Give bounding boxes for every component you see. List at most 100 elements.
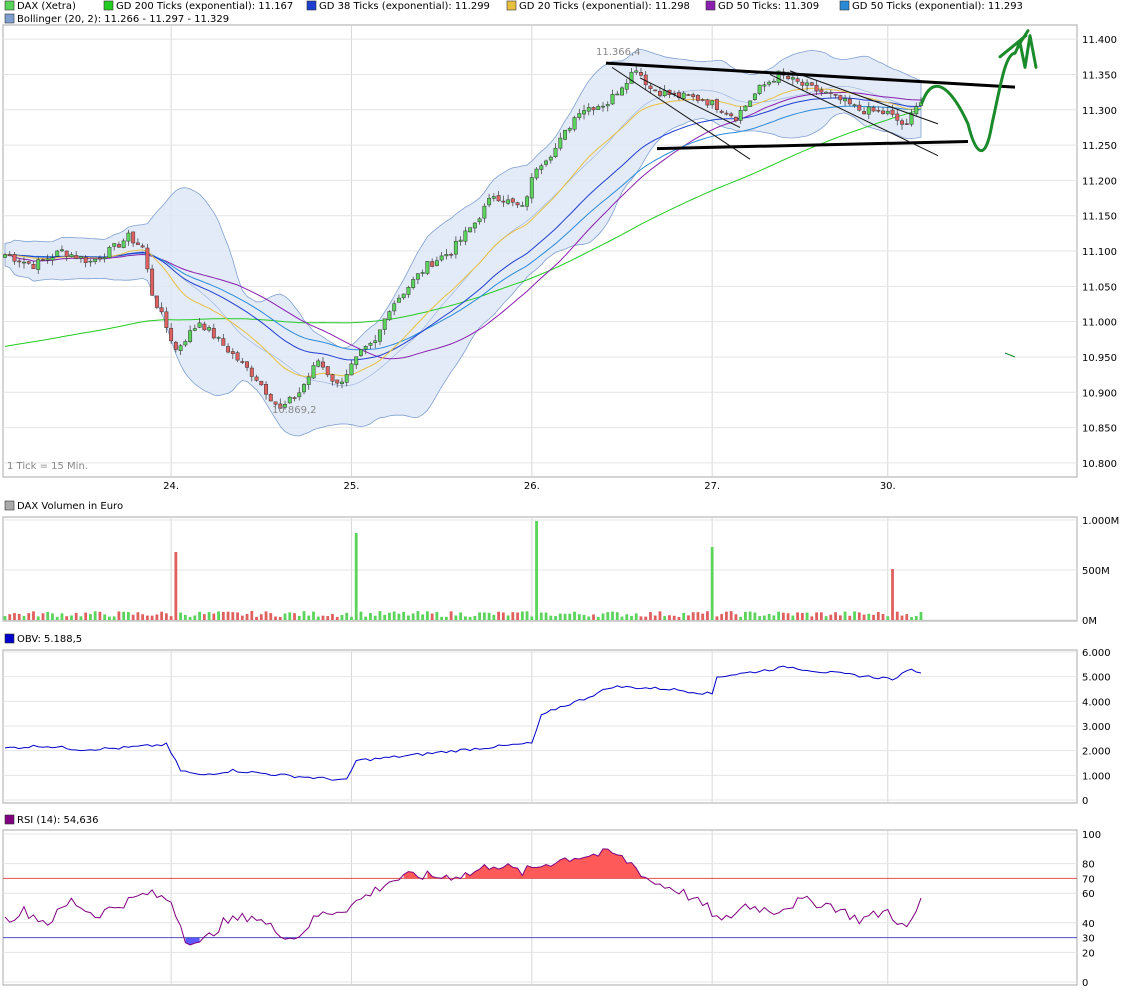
bollinger-band-area: [4, 48, 922, 437]
candle-body: [838, 95, 843, 101]
volume-bar: [663, 616, 667, 620]
candle-body: [843, 98, 848, 102]
volume-bar: [805, 612, 809, 620]
volume-bar: [55, 616, 59, 620]
candle-body: [363, 346, 368, 350]
candle-body: [615, 93, 620, 96]
volume-bar: [872, 614, 875, 620]
volume-bar: [672, 615, 676, 620]
volume-bar: [193, 615, 197, 620]
volume-bar: [886, 616, 890, 620]
candle-body: [786, 76, 791, 79]
candle-body: [64, 250, 69, 257]
candle-body: [890, 109, 895, 115]
volume-bar: [800, 613, 804, 620]
volume-bar: [914, 615, 918, 620]
volume-bar: [853, 611, 856, 620]
candle-body: [83, 257, 88, 263]
volume-bar: [867, 613, 871, 620]
obv-tick-label: 2.000: [1082, 747, 1111, 758]
candle-body: [216, 336, 221, 339]
volume-bar: [696, 612, 700, 620]
volume-bar: [767, 613, 771, 620]
volume-bar: [378, 611, 382, 620]
volume-bar: [36, 616, 40, 620]
volume-bar: [340, 614, 344, 620]
candle-body: [790, 77, 795, 80]
volume-bar: [554, 616, 557, 620]
candle-body: [93, 258, 98, 262]
candle-body: [487, 197, 492, 206]
volume-bar: [150, 615, 154, 620]
candle-body: [501, 200, 506, 203]
candle-body: [458, 239, 463, 242]
candle-body: [529, 177, 534, 199]
volume-bar: [611, 611, 614, 620]
candle-body: [69, 254, 74, 257]
volume-bar: [183, 614, 187, 620]
candle-body: [477, 218, 482, 223]
volume-bar: [563, 613, 567, 620]
volume-bar: [359, 611, 363, 620]
volume-bar: [630, 616, 633, 620]
candle-body: [202, 323, 207, 331]
volume-bar: [435, 611, 439, 620]
candle-body: [41, 259, 45, 261]
candle-body: [396, 297, 401, 303]
volume-bar: [27, 613, 31, 620]
volume-bar: [487, 612, 491, 620]
volume-bar: [440, 616, 444, 620]
candle-body: [824, 91, 829, 94]
volume-bar: [70, 615, 73, 620]
volume-bar: [269, 613, 273, 620]
candle-body: [577, 113, 582, 118]
candle-body: [221, 338, 226, 346]
candle-body: [226, 346, 231, 353]
volume-bar: [245, 613, 249, 620]
candle-body: [7, 254, 12, 257]
candle-body: [582, 110, 586, 115]
candle-body: [292, 397, 297, 399]
candle-body: [762, 84, 767, 87]
legend-swatch-gd50: [705, 0, 716, 11]
volume-bar: [530, 616, 534, 620]
volume-bar: [240, 615, 244, 620]
legend-swatch-gd38: [306, 0, 317, 11]
volume-bar: [373, 615, 377, 620]
volume-bar: [297, 615, 301, 620]
candle-body: [392, 303, 397, 312]
volume-bar: [639, 616, 643, 620]
price-tick-label: 11.100: [1082, 247, 1117, 258]
candle-body: [548, 156, 553, 161]
volume-bar: [8, 614, 12, 620]
volume-bar: [506, 615, 510, 620]
candle-body: [748, 100, 753, 107]
volume-panel-frame: [2, 516, 1078, 622]
volume-bar: [734, 614, 738, 620]
candle-body: [335, 379, 340, 384]
candle-body: [112, 243, 117, 247]
candle-body: [914, 106, 919, 115]
obv-tick-label: 5.000: [1082, 673, 1111, 684]
legend-swatch-gd200: [103, 0, 114, 11]
candle-body: [686, 94, 691, 96]
candle-body: [771, 80, 776, 83]
volume-bar: [188, 616, 192, 620]
rsi-tick-label: 100: [1082, 830, 1101, 841]
rsi-tick-label: 70: [1082, 874, 1095, 885]
candle-body: [297, 392, 302, 398]
volume-bar: [264, 611, 268, 620]
volume-bar: [682, 612, 686, 620]
price-tick-label: 11.000: [1082, 318, 1117, 329]
candle-body: [662, 90, 667, 96]
candle-body: [904, 123, 909, 125]
candle-body: [482, 205, 487, 219]
volume-bar: [601, 613, 605, 620]
price-tick-label: 10.950: [1082, 353, 1117, 364]
candle-body: [178, 345, 183, 351]
volume-bar: [350, 616, 353, 620]
candle-body: [116, 244, 121, 248]
candle-body: [719, 110, 724, 113]
candle-body: [164, 311, 169, 328]
candle-body: [88, 260, 93, 263]
